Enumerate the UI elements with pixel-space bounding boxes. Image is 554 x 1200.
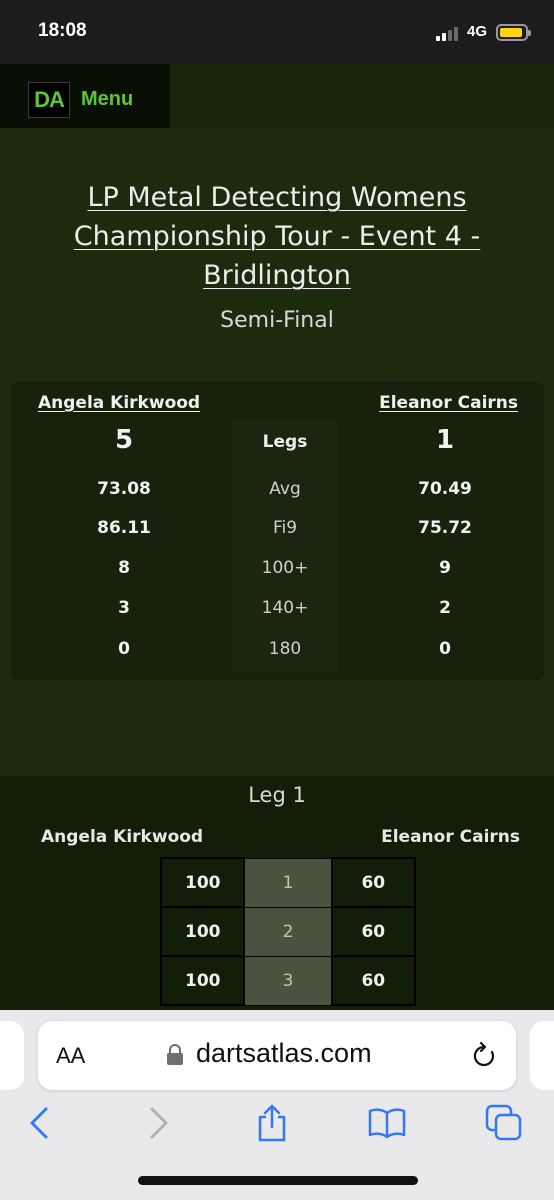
reload-icon[interactable]	[470, 1040, 498, 1070]
network-type: 4G	[467, 23, 488, 40]
leg-score-table: 100 1 60 100 2 60 100 3 60	[159, 857, 417, 1006]
next-tab-peek[interactable]	[530, 1021, 554, 1090]
site-navbar: DA Menu	[0, 64, 554, 128]
leg-title: Leg 1	[248, 783, 306, 807]
menu-button[interactable]: DA Menu	[0, 64, 170, 128]
stat-label-fi9: Fi9	[272, 518, 298, 538]
player2-fi9: 75.72	[418, 518, 472, 538]
stat-label-legs: Legs	[262, 432, 308, 452]
leg-player1-name: Angela Kirkwood	[41, 827, 204, 847]
player1-score: 100	[159, 906, 246, 957]
status-bar: 18:08 4G	[0, 0, 554, 64]
tabs-icon[interactable]	[484, 1103, 524, 1143]
player2-180: 0	[439, 639, 451, 659]
round-label: Semi-Final	[220, 308, 334, 333]
back-icon[interactable]	[20, 1103, 60, 1143]
round-number: 1	[243, 857, 333, 908]
leg-player2-name: Eleanor Cairns	[381, 827, 520, 847]
player1-score: 100	[159, 857, 246, 908]
player2-avg: 70.49	[418, 479, 472, 499]
battery-icon	[496, 24, 531, 41]
player2-140-plus: 2	[439, 598, 451, 618]
player1-100-plus: 8	[118, 558, 130, 578]
player2-name-link[interactable]: Eleanor Cairns	[379, 393, 518, 413]
table-row: 100 2 60	[159, 906, 417, 957]
darts-atlas-logo: DA	[28, 82, 70, 118]
menu-label: Menu	[81, 88, 134, 110]
table-row: 100 1 60	[159, 857, 417, 908]
player1-180: 0	[118, 639, 130, 659]
player1-avg: 73.08	[97, 479, 151, 499]
cellular-signal-icon	[436, 25, 464, 41]
share-icon[interactable]	[252, 1103, 292, 1143]
player2-legs: 1	[435, 425, 455, 455]
event-title-link[interactable]: LP Metal Detecting Womens Championship T…	[40, 178, 514, 295]
status-time: 18:08	[38, 20, 87, 41]
stat-label-140-plus: 140+	[261, 598, 309, 618]
forward-icon[interactable]	[138, 1103, 178, 1143]
lock-icon	[167, 1044, 183, 1065]
bookmarks-icon[interactable]	[367, 1103, 407, 1143]
stat-label-180: 180	[268, 639, 302, 659]
stats-label-column	[232, 420, 338, 672]
url-text[interactable]: dartsatlas.com	[196, 1038, 372, 1069]
player1-score: 100	[159, 955, 246, 1006]
text-size-button[interactable]: AA	[56, 1043, 85, 1069]
player2-score: 60	[330, 955, 417, 1006]
table-row: 100 3 60	[159, 955, 417, 1006]
player1-140-plus: 3	[118, 598, 130, 618]
player2-100-plus: 9	[439, 558, 451, 578]
player2-score: 60	[330, 857, 417, 908]
player2-score: 60	[330, 906, 417, 957]
stat-label-avg: Avg	[269, 479, 301, 499]
player1-name-link[interactable]: Angela Kirkwood	[38, 393, 200, 413]
round-number: 2	[243, 906, 333, 957]
player1-legs: 5	[114, 425, 134, 455]
stat-label-100-plus: 100+	[261, 558, 309, 578]
home-indicator[interactable]	[138, 1176, 418, 1185]
player1-fi9: 86.11	[97, 518, 151, 538]
previous-tab-peek[interactable]	[0, 1021, 24, 1090]
round-number: 3	[243, 955, 333, 1006]
